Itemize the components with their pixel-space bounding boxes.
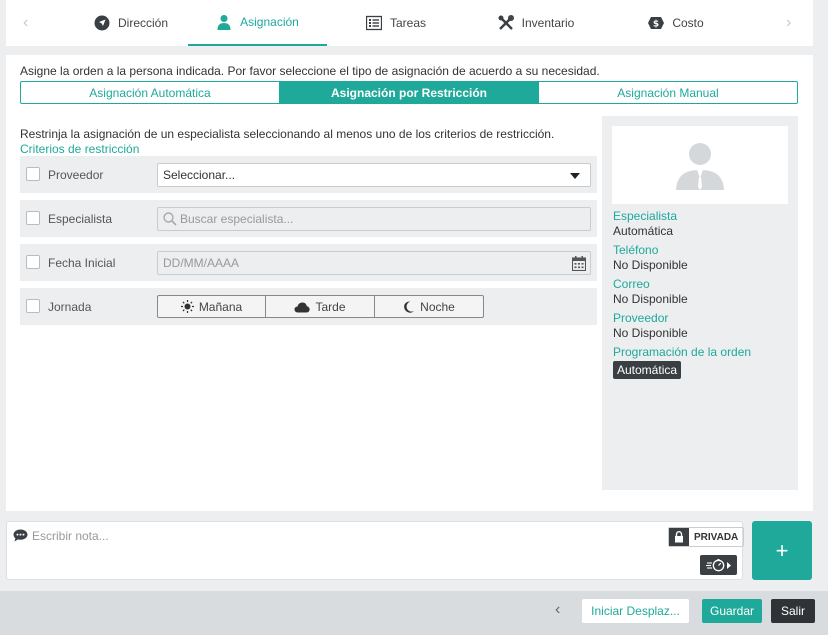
provider-select[interactable]: Seleccionar... bbox=[157, 163, 591, 187]
start-date-label: Fecha Inicial bbox=[48, 256, 116, 270]
exit-button[interactable]: Salir bbox=[771, 599, 815, 623]
tab-asignacion-label: Asignación bbox=[240, 15, 299, 29]
shift-morning-label: Mañana bbox=[198, 299, 243, 314]
shift-selector: Mañana Tarde Noche bbox=[157, 295, 484, 318]
add-note-button[interactable]: + bbox=[752, 521, 812, 580]
info-provider-label: Proveedor bbox=[613, 311, 669, 325]
criteria-row-provider: Proveedor Seleccionar... bbox=[20, 156, 597, 193]
note-composer: PRIVADA bbox=[6, 521, 745, 580]
specialist-label: Especialista bbox=[48, 212, 113, 226]
avatar bbox=[612, 126, 788, 204]
lock-icon bbox=[669, 528, 689, 546]
shift-afternoon-button[interactable]: Tarde bbox=[266, 295, 375, 318]
specialist-search-placeholder: Buscar especialista... bbox=[180, 212, 294, 226]
specialist-search-field[interactable]: Buscar especialista... bbox=[157, 207, 591, 231]
info-schedule-badge: Automática bbox=[613, 361, 682, 379]
speed-icon bbox=[705, 559, 731, 572]
user-icon bbox=[217, 15, 231, 30]
compass-icon bbox=[94, 15, 110, 31]
start-travel-button[interactable]: Iniciar Desplaz... bbox=[582, 599, 689, 623]
sun-icon bbox=[180, 300, 194, 313]
info-specialist-value: Automática bbox=[613, 224, 674, 238]
shift-night-button[interactable]: Noche bbox=[375, 295, 484, 318]
tab-tareas[interactable]: Tareas bbox=[341, 0, 451, 46]
info-phone-value: No Disponible bbox=[613, 258, 688, 272]
calendar-icon[interactable] bbox=[572, 256, 586, 271]
info-email-value: No Disponible bbox=[613, 292, 688, 306]
tab-direccion[interactable]: Dirección bbox=[66, 0, 196, 46]
info-provider-value: No Disponible bbox=[613, 326, 688, 340]
footer-bar: ‹ Iniciar Desplaz... Guardar Salir bbox=[0, 591, 828, 635]
list-icon bbox=[365, 15, 382, 31]
tab-inventario[interactable]: Inventario bbox=[481, 0, 591, 46]
info-schedule-label: Programación de la orden bbox=[613, 345, 752, 359]
note-input[interactable] bbox=[32, 528, 632, 544]
moon-icon bbox=[404, 300, 415, 313]
tab-direccion-label: Dirección bbox=[117, 16, 168, 30]
shift-label: Jornada bbox=[48, 300, 92, 314]
chevron-left-icon[interactable]: ‹ bbox=[555, 601, 560, 619]
tools-icon bbox=[498, 15, 514, 30]
start-date-checkbox[interactable] bbox=[26, 255, 40, 269]
tab-costo-label: Costo bbox=[672, 16, 704, 30]
assignment-type-selector: Asignación Automática Asignación por Res… bbox=[20, 81, 798, 104]
assignment-manual-button[interactable]: Asignación Manual bbox=[538, 82, 797, 103]
start-date-field[interactable]: DD/MM/AAAA bbox=[157, 251, 591, 275]
shift-afternoon-label: Tarde bbox=[315, 299, 346, 314]
provider-label: Proveedor bbox=[48, 168, 104, 182]
criteria-link[interactable]: Criterios de restricción bbox=[20, 142, 139, 156]
private-label: PRIVADA bbox=[694, 531, 739, 543]
info-phone-label: Teléfono bbox=[613, 243, 659, 257]
svg-text:$: $ bbox=[653, 20, 659, 30]
criteria-row-shift: Jornada Mañana Tarde Noche bbox=[20, 288, 597, 325]
tab-bar: ‹ Dirección Asignación Tareas Inventario… bbox=[6, 0, 813, 46]
user-silhouette-icon bbox=[676, 143, 724, 190]
money-icon: $ bbox=[648, 17, 665, 30]
tab-tareas-label: Tareas bbox=[389, 16, 427, 30]
specialist-checkbox[interactable] bbox=[26, 211, 40, 225]
info-email-label: Correo bbox=[613, 277, 650, 291]
specialist-info-panel: Especialista Automática Teléfono No Disp… bbox=[602, 116, 798, 490]
save-button[interactable]: Guardar bbox=[702, 599, 762, 623]
chevron-down-icon bbox=[570, 173, 580, 179]
criteria-row-specialist: Especialista Buscar especialista... bbox=[20, 200, 597, 237]
chat-bubble-icon bbox=[13, 529, 28, 542]
provider-checkbox[interactable] bbox=[26, 167, 40, 181]
assignment-automatic-button[interactable]: Asignación Automática bbox=[21, 82, 279, 103]
private-toggle[interactable]: PRIVADA bbox=[668, 527, 745, 547]
quick-actions-button[interactable] bbox=[700, 555, 737, 575]
shift-checkbox[interactable] bbox=[26, 299, 40, 313]
shift-night-label: Noche bbox=[420, 299, 455, 314]
tab-asignacion[interactable]: Asignación bbox=[188, 0, 327, 46]
tab-costo[interactable]: $ Costo bbox=[626, 0, 726, 46]
tabs-prev-icon[interactable]: ‹ bbox=[23, 14, 28, 32]
shift-morning-button[interactable]: Mañana bbox=[157, 295, 266, 318]
assignment-panel: Asigne la orden a la persona indicada. P… bbox=[6, 55, 813, 511]
tab-inventario-label: Inventario bbox=[521, 16, 575, 30]
cloud-icon bbox=[294, 302, 311, 312]
restriction-text: Restrinja la asignación de un especialis… bbox=[20, 127, 555, 141]
assignment-restriction-button[interactable]: Asignación por Restricción bbox=[279, 82, 538, 103]
tabs-next-icon[interactable]: › bbox=[786, 14, 791, 32]
intro-text: Asigne la orden a la persona indicada. P… bbox=[20, 64, 600, 78]
search-icon bbox=[163, 212, 177, 226]
start-date-placeholder: DD/MM/AAAA bbox=[163, 256, 240, 270]
provider-select-value: Seleccionar... bbox=[163, 168, 236, 182]
info-specialist-label: Especialista bbox=[613, 209, 678, 223]
criteria-row-start-date: Fecha Inicial DD/MM/AAAA bbox=[20, 244, 597, 281]
